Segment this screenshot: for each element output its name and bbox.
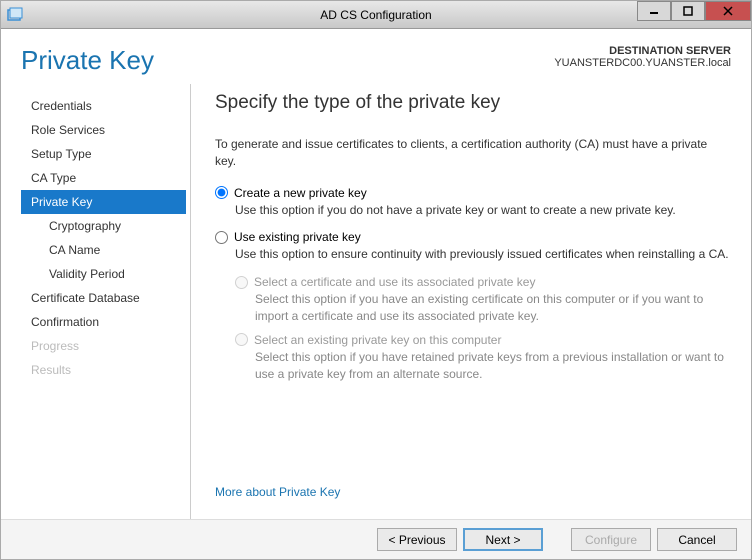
- radio-create-new-label[interactable]: Create a new private key: [234, 186, 367, 200]
- maximize-button[interactable]: [671, 1, 705, 21]
- nav-item-ca-type[interactable]: CA Type: [21, 166, 186, 190]
- radio-select-cert: [235, 276, 248, 289]
- cancel-button[interactable]: Cancel: [657, 528, 737, 551]
- radio-select-key-label: Select an existing private key on this c…: [254, 333, 501, 347]
- nav-item-confirmation[interactable]: Confirmation: [21, 310, 186, 334]
- sub-option-select-key: Select an existing private key on this c…: [235, 333, 731, 383]
- destination-label: DESTINATION SERVER: [554, 45, 731, 57]
- nav-item-ca-name[interactable]: CA Name: [21, 238, 186, 262]
- page-title: Private Key: [21, 45, 154, 76]
- footer: < Previous Next > Configure Cancel: [1, 519, 751, 559]
- option-create-desc: Use this option if you do not have a pri…: [235, 202, 731, 219]
- option-existing: Use existing private key Use this option…: [215, 230, 731, 382]
- nav-item-progress: Progress: [21, 334, 186, 358]
- nav-item-certificate-database[interactable]: Certificate Database: [21, 286, 186, 310]
- radio-select-key: [235, 333, 248, 346]
- nav-item-cryptography[interactable]: Cryptography: [21, 214, 186, 238]
- option-create: Create a new private key Use this option…: [215, 186, 731, 219]
- nav-item-private-key[interactable]: Private Key: [21, 190, 186, 214]
- window-controls: [637, 1, 751, 28]
- configure-button: Configure: [571, 528, 651, 551]
- more-about-link[interactable]: More about Private Key: [215, 485, 340, 499]
- radio-select-cert-label: Select a certificate and use its associa…: [254, 275, 535, 289]
- nav-item-setup-type[interactable]: Setup Type: [21, 142, 186, 166]
- destination-server: DESTINATION SERVER YUANSTERDC00.YUANSTER…: [554, 45, 731, 69]
- radio-use-existing[interactable]: [215, 231, 228, 244]
- intro-text: To generate and issue certificates to cl…: [215, 136, 731, 170]
- main-content: Specify the type of the private key To g…: [191, 84, 731, 519]
- close-button[interactable]: [705, 1, 751, 21]
- sub-option-select-cert: Select a certificate and use its associa…: [235, 275, 731, 325]
- previous-button[interactable]: < Previous: [377, 528, 457, 551]
- next-button[interactable]: Next >: [463, 528, 543, 551]
- title-bar: AD CS Configuration: [1, 1, 751, 29]
- nav-item-validity-period[interactable]: Validity Period: [21, 262, 186, 286]
- app-icon: [5, 5, 25, 25]
- sub-option-select-cert-desc: Select this option if you have an existi…: [255, 291, 731, 325]
- main-heading: Specify the type of the private key: [215, 92, 731, 114]
- nav-item-credentials[interactable]: Credentials: [21, 94, 186, 118]
- minimize-button[interactable]: [637, 1, 671, 21]
- sub-option-select-key-desc: Select this option if you have retained …: [255, 349, 731, 383]
- header: Private Key DESTINATION SERVER YUANSTERD…: [1, 29, 751, 84]
- radio-create-new[interactable]: [215, 186, 228, 199]
- nav-item-results: Results: [21, 358, 186, 382]
- sidebar: CredentialsRole ServicesSetup TypeCA Typ…: [21, 84, 191, 519]
- radio-use-existing-label[interactable]: Use existing private key: [234, 230, 361, 244]
- nav-item-role-services[interactable]: Role Services: [21, 118, 186, 142]
- destination-value: YUANSTERDC00.YUANSTER.local: [554, 57, 731, 69]
- option-existing-desc: Use this option to ensure continuity wit…: [235, 246, 731, 263]
